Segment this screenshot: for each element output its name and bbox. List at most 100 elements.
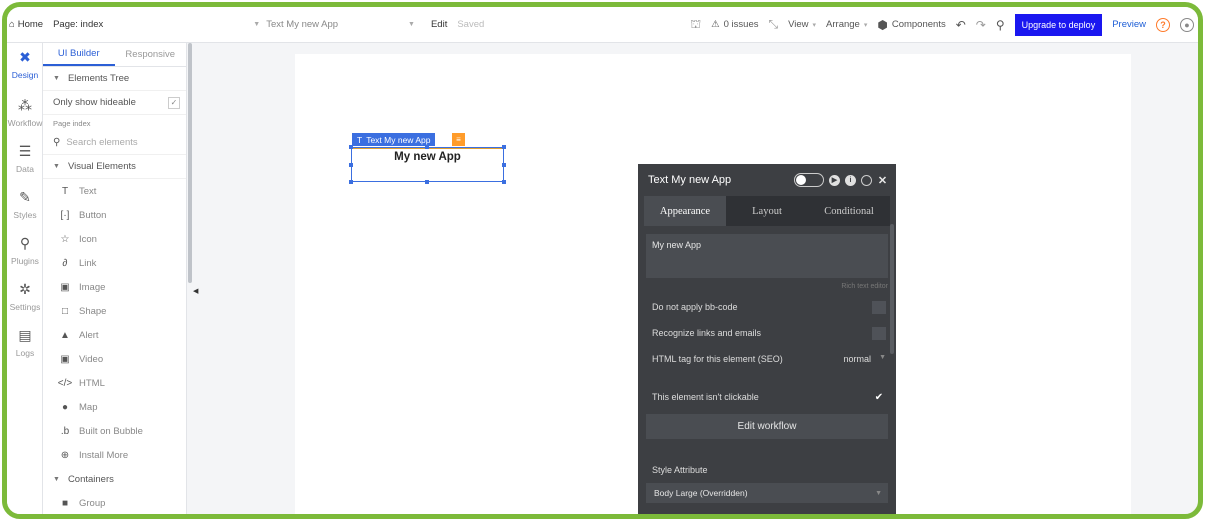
property-editor: Text My new App ▶ i ✕ Appearance Layout … (638, 164, 896, 514)
chevron-down-icon: ▼ (879, 354, 886, 361)
element-item-map[interactable]: ● Map (43, 395, 186, 419)
resize-handle[interactable] (349, 145, 353, 149)
html-tag-label: HTML tag for this element (SEO) (652, 354, 783, 364)
element-item-built-on-bubble[interactable]: .b Built on Bubble (43, 419, 186, 443)
home-button[interactable]: ⌂ Home (9, 19, 43, 30)
visibility-toggle[interactable] (794, 173, 824, 187)
selected-element-label[interactable]: T Text My new App (352, 133, 436, 146)
property-editor-scrollbar[interactable] (890, 224, 894, 354)
element-item-group[interactable]: ■ Group (43, 491, 186, 514)
rail-item-settings[interactable]: ✲ Settings (7, 281, 43, 312)
rail-item-data[interactable]: ☰ Data (7, 143, 43, 174)
resize-handle[interactable] (349, 163, 353, 167)
info-icon[interactable]: i (845, 174, 856, 186)
upgrade-button[interactable]: Upgrade to deploy (1014, 13, 1103, 36)
components-button[interactable]: ⬢ Components (877, 18, 945, 32)
resize-handle[interactable] (425, 180, 429, 184)
element-item-text[interactable]: T Text (43, 179, 186, 203)
cube-icon: ⬢ (877, 17, 888, 32)
element-item-install-more[interactable]: ⊕ Install More (43, 443, 186, 467)
element-item-link[interactable]: ∂ Link (43, 251, 186, 275)
play-icon[interactable]: ▶ (829, 174, 840, 186)
visual-elements-toggle[interactable]: ▼ Visual Elements (43, 155, 186, 179)
resize-handle[interactable] (349, 180, 353, 184)
map-pin-icon: ● (61, 401, 69, 413)
preview-button[interactable]: Preview (1112, 19, 1146, 30)
redo-icon[interactable]: ↷ (976, 18, 986, 32)
resize-handle[interactable] (502, 145, 506, 149)
tab-conditional[interactable]: Conditional (808, 196, 890, 226)
style-badge-icon[interactable]: ≡ (452, 133, 465, 146)
tab-ui-builder[interactable]: UI Builder (43, 43, 115, 66)
search-icon[interactable]: ⚲ (996, 18, 1005, 32)
only-hideable-label: Only show hideable (53, 97, 136, 108)
styles-icon: ✎ (19, 189, 31, 205)
arrange-menu[interactable]: Arrange ▾ (826, 19, 867, 30)
recognize-links-label: Recognize links and emails (652, 328, 762, 338)
recognize-links-checkbox[interactable] (872, 326, 886, 340)
resize-handle[interactable] (502, 163, 506, 167)
resize-handle[interactable] (502, 180, 506, 184)
tree-item-page-index[interactable]: Page index (43, 115, 186, 131)
element-item-html[interactable]: </> HTML (43, 371, 186, 395)
only-hideable-row: Only show hideable ✓ (43, 91, 186, 115)
design-icon: ✖ (19, 49, 31, 65)
element-item-shape[interactable]: □ Shape (43, 299, 186, 323)
property-editor-tabs: Appearance Layout Conditional (644, 196, 890, 226)
elements-tree-label: Elements Tree (67, 73, 130, 84)
gift-icon[interactable]: ⛫ (690, 17, 701, 33)
chevron-down-icon: ▼ (875, 489, 882, 497)
rail-item-design[interactable]: ✖ Design (7, 49, 43, 80)
help-icon[interactable]: ? (1156, 17, 1170, 32)
view-menu[interactable]: View ▾ (788, 19, 816, 30)
edit-workflow-button[interactable]: Edit workflow (646, 414, 888, 439)
account-icon[interactable]: ● (1180, 17, 1194, 32)
search-elements[interactable]: ⚲ Search elements (43, 131, 186, 155)
style-select[interactable]: Body Large (Overridden) ▼ (646, 483, 888, 503)
no-bbcode-checkbox[interactable] (872, 300, 886, 314)
close-icon[interactable]: ✕ (877, 175, 888, 187)
issues-button[interactable]: ⚠ 0 issues (711, 19, 758, 30)
element-item-button[interactable]: [·] Button (43, 203, 186, 227)
elements-tree-toggle[interactable]: ▼ Elements Tree (43, 67, 186, 91)
containers-toggle[interactable]: ▼ Containers (43, 467, 186, 491)
not-clickable-checkbox[interactable]: ✔ (872, 391, 886, 404)
group-icon: ■ (61, 497, 69, 509)
element-item-video[interactable]: ▣ Video (43, 347, 186, 371)
bug-icon[interactable]: ⤡ (768, 17, 778, 32)
tab-appearance[interactable]: Appearance (644, 196, 726, 226)
property-editor-header[interactable]: Text My new App ▶ i ✕ (638, 164, 896, 196)
tab-layout[interactable]: Layout (726, 196, 808, 226)
collapse-panel-icon[interactable]: ◀ (193, 287, 198, 295)
resize-handle[interactable] (425, 145, 429, 149)
element-item-icon[interactable]: ☆ Icon (43, 227, 186, 251)
only-hideable-checkbox[interactable]: ✓ (168, 96, 180, 109)
rail-item-workflow[interactable]: ⁂ Workflow (7, 97, 43, 128)
edit-menu[interactable]: Edit (431, 19, 447, 30)
rail-item-styles[interactable]: ✎ Styles (7, 189, 43, 220)
rail-item-plugins[interactable]: ⚲ Plugins (7, 235, 43, 266)
element-label: Group (79, 497, 106, 509)
rich-text-editor-link[interactable]: Rich text editor (638, 283, 888, 290)
comment-icon[interactable] (861, 174, 872, 186)
selected-text-element[interactable]: My new App (349, 145, 506, 184)
element-label: Map (79, 401, 98, 413)
html-icon: </> (57, 377, 73, 389)
element-item-image[interactable]: ▣ Image (43, 275, 186, 299)
rail-item-logs[interactable]: ▤ Logs (7, 327, 43, 358)
tab-responsive[interactable]: Responsive (115, 43, 187, 66)
html-tag-select[interactable]: normal ▼ (844, 354, 886, 364)
settings-icon: ✲ (19, 281, 31, 297)
text-content-input[interactable]: My new App (646, 234, 888, 278)
page-selector[interactable]: Page: index (53, 19, 103, 30)
rail-label: Plugins (11, 256, 39, 266)
issues-label: 0 issues (723, 19, 759, 30)
no-bbcode-row: Do not apply bb-code (638, 294, 896, 320)
panel-scrollbar[interactable] (188, 43, 192, 283)
undo-icon[interactable]: ↶ (956, 18, 966, 32)
search-icon: ⚲ (53, 137, 61, 148)
html-tag-row: HTML tag for this element (SEO) normal ▼ (638, 346, 896, 372)
panel-tabs: UI Builder Responsive (43, 43, 186, 67)
element-selector[interactable]: ▼ Text My new App ▼ (253, 19, 421, 30)
element-item-alert[interactable]: ▲ Alert (43, 323, 186, 347)
